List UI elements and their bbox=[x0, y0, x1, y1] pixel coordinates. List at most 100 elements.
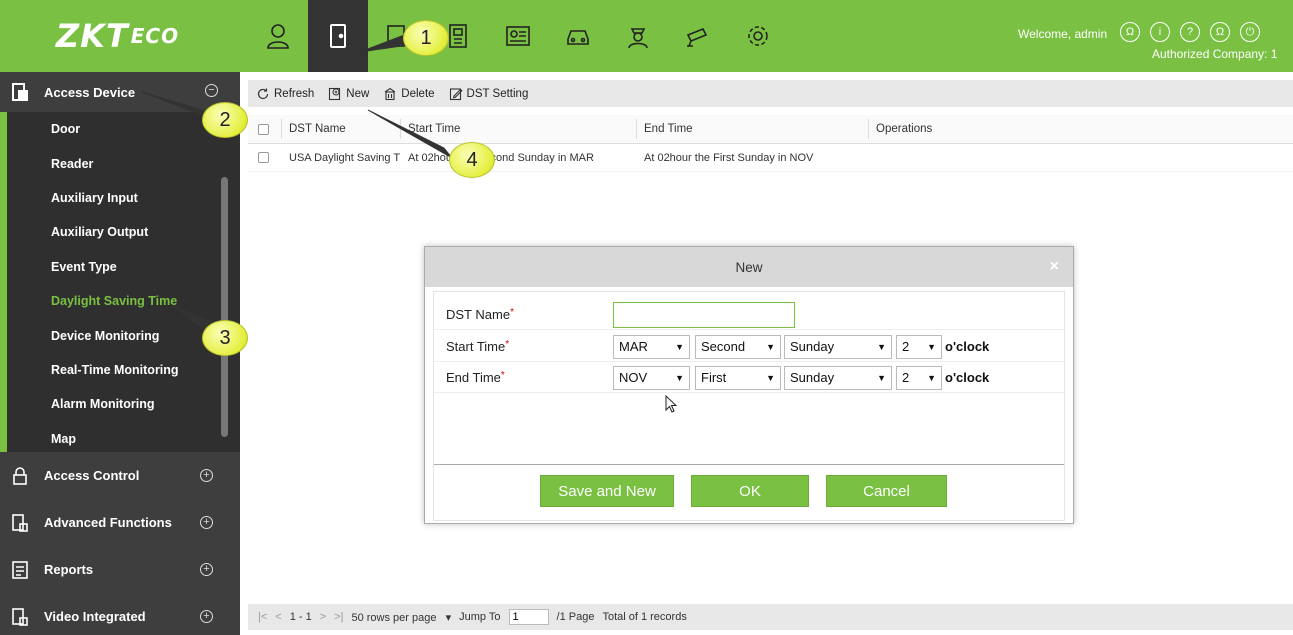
delete-icon bbox=[384, 87, 396, 100]
dst-name-row: DST Name* bbox=[434, 300, 1064, 330]
close-icon[interactable]: × bbox=[1050, 258, 1059, 276]
collapse-icon[interactable]: − bbox=[205, 84, 218, 97]
power-icon[interactable]: ⏻ bbox=[1240, 22, 1260, 42]
top-header: ZKT ECO Welcome, admin Ω i ? Ω ⏻ Authori… bbox=[0, 0, 1293, 72]
expand-icon[interactable]: + bbox=[200, 610, 213, 623]
page-info: /1 Page bbox=[556, 611, 595, 623]
callout-3: 3 bbox=[202, 320, 248, 356]
column-header-operations: Operations bbox=[876, 123, 933, 135]
sidebar-item-auxiliary-output[interactable]: Auxiliary Output bbox=[7, 215, 240, 249]
prev-page-button[interactable]: < bbox=[275, 611, 281, 623]
end-day-select[interactable]: Sunday ▼ bbox=[784, 365, 892, 390]
sidebar-item-auxiliary-input[interactable]: Auxiliary Input bbox=[7, 181, 240, 215]
start-month-select[interactable]: MAR ▼ bbox=[613, 334, 690, 359]
dialog-title: New bbox=[735, 259, 763, 275]
dst-name-input[interactable] bbox=[613, 301, 795, 328]
expand-icon[interactable]: + bbox=[200, 469, 213, 482]
delete-label: Delete bbox=[401, 87, 435, 100]
last-page-button[interactable]: >| bbox=[334, 611, 343, 623]
user-profile-icon[interactable]: Ω bbox=[1120, 22, 1140, 42]
sidebar-section-label: Access Device bbox=[44, 84, 136, 100]
first-page-button[interactable]: |< bbox=[258, 611, 267, 623]
start-day-select[interactable]: Sunday ▼ bbox=[784, 334, 892, 359]
dropdown-caret-icon: ▼ bbox=[877, 372, 886, 383]
help-icon[interactable]: ? bbox=[1180, 22, 1200, 42]
patrol-module-icon[interactable] bbox=[608, 0, 668, 72]
expand-icon[interactable]: + bbox=[200, 516, 213, 529]
sidebar-group-video-integrated[interactable]: Video Integrated + bbox=[0, 593, 240, 635]
page-range: 1 - 1 bbox=[289, 611, 312, 623]
new-dst-dialog: New × DST Name* Start Time* MAR ▼ Second ▼… bbox=[424, 246, 1074, 524]
parking-module-icon[interactable] bbox=[548, 0, 608, 72]
sidebar-item-event-type[interactable]: Event Type bbox=[7, 250, 240, 284]
dialog-divider bbox=[434, 464, 1064, 465]
cell-end-time: At 02hour the First Sunday in NOV bbox=[644, 151, 814, 164]
dialog-form: DST Name* Start Time* MAR ▼ Second ▼ Sunda… bbox=[433, 291, 1065, 521]
start-hour-select[interactable]: 2 ▼ bbox=[896, 334, 942, 359]
expand-icon[interactable]: + bbox=[200, 563, 213, 576]
start-week-select[interactable]: Second ▼ bbox=[695, 334, 781, 359]
sidebar-item-daylight-saving-time[interactable]: Daylight Saving Time bbox=[7, 284, 240, 318]
lock-icon bbox=[13, 466, 27, 485]
sidebar-group-label: Video Integrated bbox=[44, 609, 146, 624]
visitor-module-icon[interactable] bbox=[488, 0, 548, 72]
delete-button[interactable]: Delete bbox=[383, 87, 435, 101]
sidebar-group-access-control[interactable]: Access Control + bbox=[0, 452, 240, 499]
cell-dst-name: USA Daylight Saving Time bbox=[289, 151, 400, 164]
personnel-module-icon[interactable] bbox=[248, 0, 308, 72]
new-label: New bbox=[346, 87, 370, 100]
new-button[interactable]: New bbox=[328, 87, 369, 101]
access-door-module-icon[interactable] bbox=[308, 0, 368, 72]
header-icon-group: Ω i ? Ω ⏻ bbox=[1120, 22, 1260, 42]
sidebar-group-label: Reports bbox=[44, 562, 94, 577]
pagination-bar: |< < 1 - 1 > >| 50 rows per page ▾ Jump … bbox=[248, 604, 1293, 630]
table-header: DST Name Start Time End Time Operations bbox=[248, 115, 1293, 144]
dropdown-caret-icon: ▼ bbox=[927, 341, 936, 352]
module-nav bbox=[248, 0, 788, 72]
dst-setting-button[interactable]: DST Setting bbox=[449, 87, 528, 101]
select-all-checkbox[interactable] bbox=[258, 123, 269, 135]
start-time-row: Start Time* MAR ▼ Second ▼ Sunday ▼ 2 ▼ o'cl… bbox=[434, 332, 1064, 362]
end-oclock-label: o'clock bbox=[945, 370, 990, 385]
end-time-label: End Time* bbox=[446, 370, 505, 385]
logo-main: ZKT bbox=[55, 17, 129, 55]
rows-per-page-select[interactable]: 50 rows per page ▾ bbox=[351, 611, 451, 624]
save-and-new-button[interactable]: Save and New bbox=[540, 475, 674, 507]
rows-per-page-label: 50 rows per page bbox=[351, 611, 437, 624]
jump-to-label: Jump To bbox=[459, 611, 501, 623]
sidebar-item-real-time-monitoring[interactable]: Real-Time Monitoring bbox=[7, 353, 240, 387]
cancel-button[interactable]: Cancel bbox=[826, 475, 947, 507]
dst-name-label: DST Name* bbox=[446, 307, 514, 322]
sidebar-item-alarm-monitoring[interactable]: Alarm Monitoring bbox=[7, 387, 240, 421]
refresh-icon bbox=[257, 88, 269, 99]
sidebar-group-advanced-functions[interactable]: Advanced Functions + bbox=[0, 499, 240, 546]
dropdown-caret-icon: ▼ bbox=[927, 372, 936, 383]
access-device-icon bbox=[12, 83, 28, 101]
end-hour-select[interactable]: 2 ▼ bbox=[896, 365, 942, 390]
dropdown-caret-icon: ▼ bbox=[675, 341, 684, 352]
refresh-button[interactable]: Refresh bbox=[256, 87, 314, 101]
sidebar-item-reader[interactable]: Reader bbox=[7, 146, 240, 180]
welcome-text: Welcome, admin bbox=[1018, 27, 1108, 41]
end-month-select[interactable]: NOV ▼ bbox=[613, 365, 690, 390]
column-header-dst-name[interactable]: DST Name bbox=[282, 123, 400, 135]
jump-to-input[interactable] bbox=[508, 609, 549, 625]
column-header-start-time[interactable]: Start Time bbox=[401, 123, 636, 135]
sidebar-scrollbar[interactable] bbox=[221, 177, 228, 437]
end-week-select[interactable]: First ▼ bbox=[695, 365, 781, 390]
edit-icon bbox=[449, 87, 463, 100]
sidebar-item-map[interactable]: Map bbox=[7, 422, 240, 456]
dropdown-caret-icon: ▼ bbox=[766, 372, 775, 383]
account-icon[interactable]: Ω bbox=[1210, 22, 1230, 42]
logo-sub: ECO bbox=[130, 24, 180, 48]
ok-button[interactable]: OK bbox=[691, 475, 809, 507]
sidebar-group-reports[interactable]: Reports + bbox=[0, 546, 240, 593]
sidebar-section-access-device[interactable]: Access Device − bbox=[0, 72, 240, 112]
row-checkbox[interactable] bbox=[258, 152, 269, 163]
column-header-end-time[interactable]: End Time bbox=[637, 123, 868, 135]
system-settings-module-icon[interactable] bbox=[728, 0, 788, 72]
table-row[interactable]: USA Daylight Saving Time At 02hour the S… bbox=[248, 144, 1293, 172]
info-icon[interactable]: i bbox=[1150, 22, 1170, 42]
next-page-button[interactable]: > bbox=[320, 611, 326, 623]
video-module-icon[interactable] bbox=[668, 0, 728, 72]
